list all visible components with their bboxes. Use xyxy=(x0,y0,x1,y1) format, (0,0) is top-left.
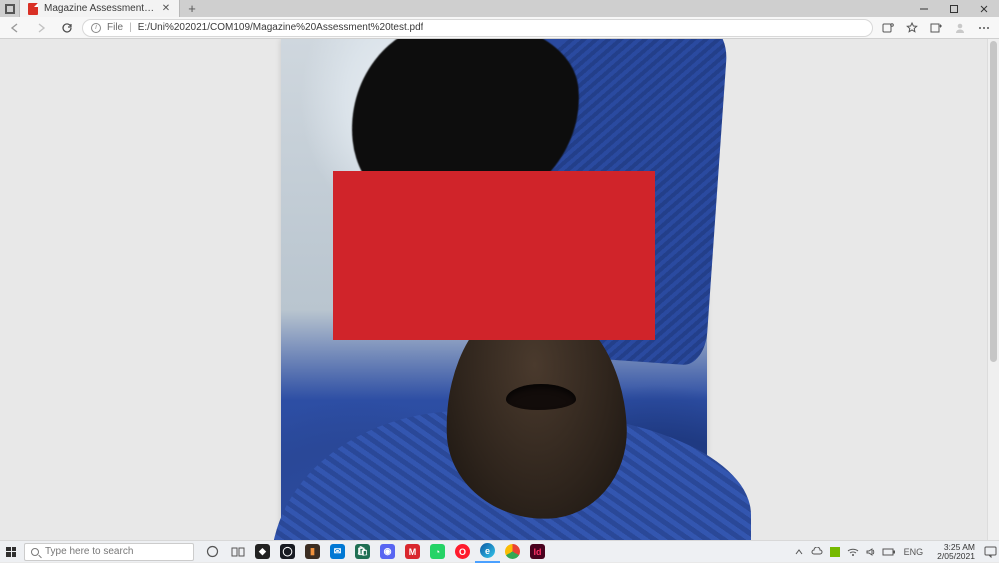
collections-icon xyxy=(929,21,943,35)
taskbar-cortana[interactable] xyxy=(200,541,225,563)
pdf-icon xyxy=(28,3,38,15)
taskbar-app-steam[interactable]: ◯ xyxy=(275,541,300,563)
tab-title: Magazine Assessment test.pdf xyxy=(44,3,155,14)
taskbar-app-whatsapp[interactable]: ◔ xyxy=(425,541,450,563)
read-aloud-button[interactable] xyxy=(877,17,899,39)
favorites-button[interactable] xyxy=(901,17,923,39)
pdf-page xyxy=(281,39,707,540)
chrome-icon xyxy=(505,544,520,559)
notification-icon xyxy=(984,546,997,558)
refresh-icon xyxy=(61,22,73,34)
window-maximize-button[interactable] xyxy=(939,0,969,17)
app-icon xyxy=(0,0,20,17)
discord-icon: ◉ xyxy=(380,544,395,559)
info-icon[interactable]: i xyxy=(91,23,101,33)
close-icon xyxy=(979,4,989,14)
indesign-icon: Id xyxy=(530,544,545,559)
taskbar-app-indesign[interactable]: Id xyxy=(525,541,550,563)
tray-nvidia[interactable] xyxy=(828,547,842,557)
windows-icon xyxy=(6,547,16,557)
taskbar-search[interactable]: Type here to search xyxy=(24,543,194,561)
tray-chevron-up[interactable] xyxy=(792,548,806,556)
search-icon xyxy=(31,548,39,556)
taskbar-apps: ◆ ◯ ▮ ✉ 🛍 ◉ M ◔ O e Id xyxy=(200,541,550,563)
maximize-icon xyxy=(949,4,959,14)
arrow-right-icon xyxy=(35,22,47,34)
magazine-lips xyxy=(506,384,576,410)
chevron-up-icon xyxy=(795,548,803,556)
brave-icon: ▮ xyxy=(305,544,320,559)
opera-icon: O xyxy=(455,544,470,559)
url-path: E:/Uni%202021/COM109/Magazine%20Assessme… xyxy=(138,22,424,33)
taskbar-app-discord[interactable]: ◉ xyxy=(375,541,400,563)
clock-date: 2/05/2021 xyxy=(937,552,975,561)
tray-battery[interactable] xyxy=(882,548,896,556)
cloud-icon xyxy=(811,547,823,557)
unity-icon: ◆ xyxy=(255,544,270,559)
tray-onedrive[interactable] xyxy=(810,547,824,557)
volume-icon xyxy=(865,547,877,557)
start-button[interactable] xyxy=(0,541,22,563)
tray-wifi[interactable] xyxy=(846,547,860,557)
taskbar-app-opera[interactable]: O xyxy=(450,541,475,563)
taskbar-app-edge[interactable]: e xyxy=(475,541,500,563)
tray-language[interactable]: ENG xyxy=(900,547,928,557)
taskbar-app-mail[interactable]: ✉ xyxy=(325,541,350,563)
collections-button[interactable] xyxy=(925,17,947,39)
star-icon xyxy=(905,21,919,35)
pdf-viewer[interactable] xyxy=(0,39,987,540)
refresh-button[interactable] xyxy=(56,17,78,39)
arrow-left-icon xyxy=(9,22,21,34)
search-placeholder: Type here to search xyxy=(45,546,133,557)
address-bar: i File | E:/Uni%202021/COM109/Magazine%2… xyxy=(0,17,999,39)
tab-close-button[interactable]: ✕ xyxy=(161,4,171,14)
whatsapp-icon: ◔ xyxy=(430,544,445,559)
tray-volume[interactable] xyxy=(864,547,878,557)
taskbar-app-mega[interactable]: M xyxy=(400,541,425,563)
url-separator: | xyxy=(129,22,132,33)
battery-icon xyxy=(882,548,896,556)
mail-icon: ✉ xyxy=(330,544,345,559)
nvidia-icon xyxy=(830,547,840,557)
circle-icon xyxy=(206,545,219,558)
new-tab-button[interactable]: + xyxy=(180,0,204,17)
store-icon: 🛍 xyxy=(355,544,370,559)
taskbar-app-brave[interactable]: ▮ xyxy=(300,541,325,563)
window-titlebar: Magazine Assessment test.pdf ✕ + xyxy=(0,0,999,17)
taskbar: Type here to search ◆ ◯ ▮ ✉ 🛍 ◉ M ◔ O e … xyxy=(0,540,999,562)
steam-icon: ◯ xyxy=(280,544,295,559)
back-button[interactable] xyxy=(4,17,26,39)
forward-button[interactable] xyxy=(30,17,52,39)
magazine-red-block xyxy=(333,171,655,340)
profile-icon xyxy=(953,21,967,35)
profile-button[interactable] xyxy=(949,17,971,39)
taskbar-taskview[interactable] xyxy=(225,541,250,563)
action-center-button[interactable] xyxy=(981,541,999,563)
mega-icon: M xyxy=(405,544,420,559)
titlebar-drag-area[interactable] xyxy=(204,0,909,17)
toolbar-right xyxy=(877,17,995,39)
url-field[interactable]: i File | E:/Uni%202021/COM109/Magazine%2… xyxy=(82,19,873,37)
taskbar-clock[interactable]: 3:25 AM 2/05/2021 xyxy=(931,543,981,560)
system-tray: ENG xyxy=(788,547,932,557)
wifi-icon xyxy=(847,547,859,557)
vertical-scrollbar[interactable] xyxy=(987,39,999,540)
taskbar-app-store[interactable]: 🛍 xyxy=(350,541,375,563)
taskbar-app-chrome[interactable] xyxy=(500,541,525,563)
taskview-icon xyxy=(231,546,245,558)
scrollbar-thumb[interactable] xyxy=(990,41,997,362)
ellipsis-icon xyxy=(977,21,991,35)
window-minimize-button[interactable] xyxy=(909,0,939,17)
menu-button[interactable] xyxy=(973,17,995,39)
edge-icon: e xyxy=(480,543,495,558)
url-scheme: File xyxy=(107,22,123,33)
browser-tab[interactable]: Magazine Assessment test.pdf ✕ xyxy=(20,0,180,17)
taskbar-app-unity[interactable]: ◆ xyxy=(250,541,275,563)
read-aloud-icon xyxy=(881,21,895,35)
minimize-icon xyxy=(919,4,929,14)
window-close-button[interactable] xyxy=(969,0,999,17)
